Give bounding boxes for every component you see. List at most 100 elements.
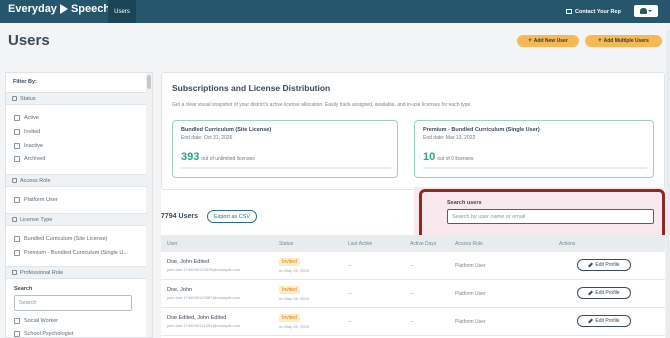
professional-role-heading: Professional Role xyxy=(20,269,64,276)
contact-icon xyxy=(566,9,572,14)
last-active: -- xyxy=(348,263,352,269)
license-count-number: 10 xyxy=(423,151,436,163)
role-search-label: Search xyxy=(14,286,33,292)
top-navbar: Everyday Speech Users Contact Your Rep xyxy=(0,0,670,23)
filter-status-inactive[interactable]: Inactive xyxy=(14,143,43,149)
user-count: 7794 Users xyxy=(161,213,198,220)
user-name: Doe, John Edited xyxy=(167,259,210,265)
table-row: Doe, John Edited john.doe.1746000123876@… xyxy=(161,252,665,280)
main-content: Subscriptions and License Distribution G… xyxy=(161,72,665,338)
contact-rep-label: Contact Your Rep xyxy=(575,8,621,15)
user-name: Doe Edited, John Edited xyxy=(167,315,227,321)
access-role-icon xyxy=(12,178,17,183)
license-type-section-header[interactable]: License Type xyxy=(6,213,152,226)
checkbox[interactable] xyxy=(14,129,20,135)
everyday-speech-logo[interactable]: Everyday Speech xyxy=(8,3,110,15)
search-highlight-annotation xyxy=(419,189,665,241)
user-email: john.doe.1746000123876@example.com xyxy=(167,267,241,272)
filter-label: Platform User xyxy=(24,197,58,203)
filter-sidebar: Filter By: Status Active Invited Inactiv… xyxy=(5,72,153,338)
license-type-heading: License Type xyxy=(20,216,53,223)
user-email: john.doe.1746000121091@example.com xyxy=(167,323,241,328)
role-search-input[interactable]: Search xyxy=(14,295,132,311)
filter-role-school-psychologist[interactable]: School Psychologist xyxy=(14,331,73,337)
add-new-user-button[interactable]: + Add New User xyxy=(517,35,579,47)
license-end-date: End date: Oct 31, 2026 xyxy=(181,135,233,141)
subscriptions-description: Get a clear visual snapshot of your dist… xyxy=(172,102,472,108)
license-name: Premium - Bundled Curriculum (Single Use… xyxy=(423,127,540,133)
edit-profile-button[interactable]: Edit Profile xyxy=(577,259,631,271)
license-name: Bundled Curriculum (Site License) xyxy=(181,127,272,133)
chevron-down-icon xyxy=(648,10,652,12)
filter-label: Archived xyxy=(24,156,46,162)
license-count-total: out of unlimited licenses xyxy=(201,156,255,162)
last-active: -- xyxy=(348,291,352,297)
col-access-role[interactable]: Access Role xyxy=(455,241,483,247)
col-status[interactable]: Status xyxy=(279,241,293,247)
status-date: on May 28, 2025 xyxy=(279,296,309,301)
sidebar-scrollbar[interactable] xyxy=(146,73,152,337)
professional-role-section-header[interactable]: Professional Role xyxy=(6,266,152,279)
contact-rep-link[interactable]: Contact Your Rep xyxy=(566,0,621,23)
active-days: -- xyxy=(410,319,414,325)
access-role: Platform User xyxy=(455,291,486,297)
filter-label: Inactive xyxy=(24,143,43,149)
checkbox[interactable] xyxy=(14,318,20,324)
add-multiple-users-button[interactable]: + Add Multiple Users xyxy=(585,35,662,47)
filter-status-archived[interactable]: Archived xyxy=(14,156,45,162)
add-new-user-label: Add New User xyxy=(533,38,568,44)
filter-label: Social Worker xyxy=(24,318,59,324)
checkbox[interactable] xyxy=(14,331,20,337)
checkbox[interactable] xyxy=(14,236,20,242)
filter-label: School Psychologist xyxy=(24,331,74,337)
logo-text-speech: Speech xyxy=(70,3,111,15)
access-role: Platform User xyxy=(455,319,486,325)
sidebar-scroll-thumb[interactable] xyxy=(147,75,151,89)
subscriptions-title: Subscriptions and License Distribution xyxy=(172,83,331,93)
pencil-icon xyxy=(588,318,594,324)
pencil-icon xyxy=(588,262,594,268)
add-multiple-users-label: Add Multiple Users xyxy=(603,38,649,44)
filter-license-premium[interactable]: Premium - Bundled Curriculum (Single U..… xyxy=(14,250,128,256)
pencil-icon xyxy=(588,290,594,296)
status-date: on May 28, 2025 xyxy=(279,268,309,273)
license-progress-bar xyxy=(181,167,391,169)
checkbox[interactable] xyxy=(14,197,20,203)
access-role-section-header[interactable]: Access Role xyxy=(6,174,152,187)
filter-title: Filter By: xyxy=(13,79,37,85)
col-user[interactable]: User xyxy=(167,241,178,247)
status-section-header[interactable]: Status xyxy=(6,92,152,105)
checkbox[interactable] xyxy=(14,143,20,149)
export-csv-button[interactable]: Export as CSV xyxy=(207,210,257,223)
edit-profile-label: Edit Profile xyxy=(595,262,620,268)
filter-status-invited[interactable]: Invited xyxy=(14,129,40,135)
access-role: Platform User xyxy=(455,263,486,269)
checkbox[interactable] xyxy=(14,156,20,162)
user-name: Doe, John xyxy=(167,287,193,293)
table-row: Doe Edited, John Edited john.doe.1746000… xyxy=(161,308,665,336)
col-active-days[interactable]: Active Days xyxy=(410,241,436,247)
checkbox[interactable] xyxy=(14,115,20,121)
plus-icon: + xyxy=(528,38,532,44)
page-title: Users xyxy=(8,32,50,49)
edit-profile-button[interactable]: Edit Profile xyxy=(577,315,631,327)
col-last-active[interactable]: Last Active xyxy=(348,241,372,247)
edit-profile-label: Edit Profile xyxy=(595,318,620,324)
edit-profile-button[interactable]: Edit Profile xyxy=(577,287,631,299)
license-count-number: 393 xyxy=(181,151,200,163)
col-actions: Actions xyxy=(559,241,576,247)
subscriptions-card: Subscriptions and License Distribution G… xyxy=(161,72,665,190)
filter-license-bundled[interactable]: Bundled Curriculum (Site License) xyxy=(14,236,107,242)
license-card-premium: Premium - Bundled Curriculum (Single Use… xyxy=(414,120,654,178)
filter-role-social-worker[interactable]: Social Worker xyxy=(14,318,58,324)
filter-access-platform-user[interactable]: Platform User xyxy=(14,197,58,203)
status-date: on May 28, 2025 xyxy=(279,324,309,329)
user-menu-button[interactable] xyxy=(634,5,658,17)
access-role-heading: Access Role xyxy=(20,177,51,184)
filter-status-active[interactable]: Active xyxy=(14,115,39,121)
nav-tab-users[interactable]: Users xyxy=(108,0,136,23)
checkbox[interactable] xyxy=(14,250,20,256)
page-scrollbar[interactable] xyxy=(666,30,670,338)
user-icon xyxy=(640,8,647,14)
plus-icon: + xyxy=(598,38,602,44)
